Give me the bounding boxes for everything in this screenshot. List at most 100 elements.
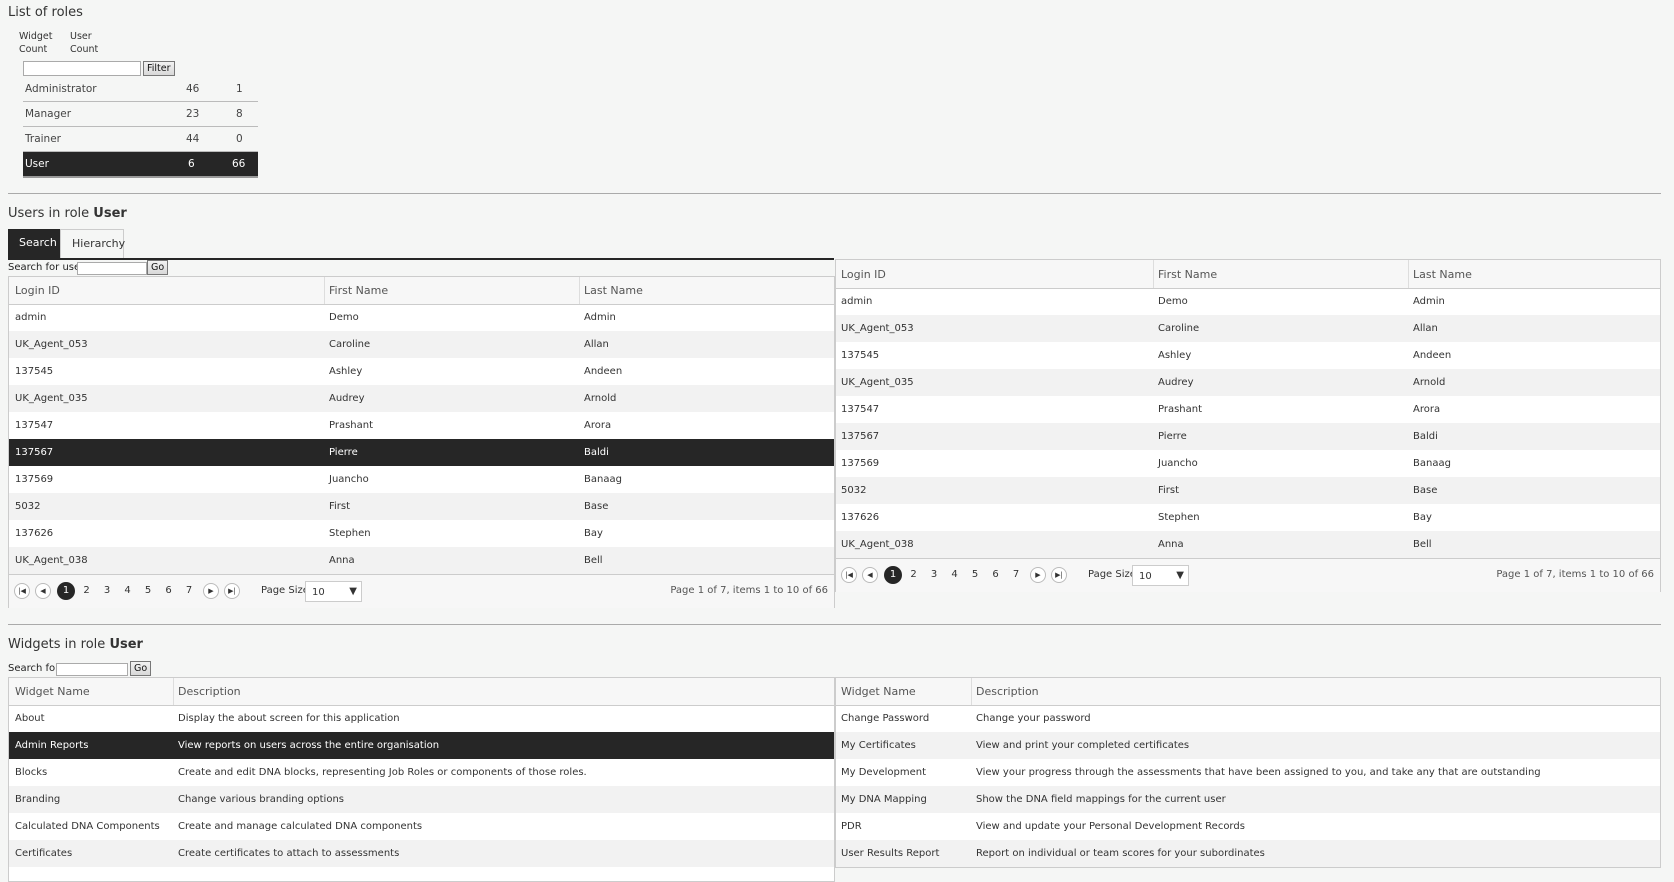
tab-search[interactable]: Search (8, 229, 60, 258)
next-page-button[interactable]: ▶ (203, 583, 219, 599)
widget-row[interactable]: My Development View your progress through… (836, 759, 1660, 786)
widget-row[interactable]: About Display the about screen for this a… (9, 705, 834, 732)
cell-first-name: Anna (1158, 539, 1184, 550)
widget-count-header[interactable]: Widget Count (19, 30, 52, 56)
widget-row[interactable]: PDR View and update your Personal Develop… (836, 813, 1660, 840)
page-number-button[interactable]: 7 (1007, 566, 1025, 584)
page-number-button[interactable]: 3 (925, 566, 943, 584)
widget-row[interactable]: My DNA Mapping Show the DNA field mapping… (836, 786, 1660, 813)
widget-row[interactable]: Certificates Create certificates to attac… (9, 840, 834, 867)
column-header-first-name[interactable]: First Name (329, 284, 388, 297)
widget-row[interactable]: Change Password Change your password (836, 705, 1660, 732)
page-number-button[interactable]: 4 (946, 566, 964, 584)
column-header-last-name[interactable]: Last Name (1413, 268, 1472, 281)
role-widget-count: 23 (186, 108, 200, 120)
last-page-button[interactable]: ▶| (1051, 567, 1067, 583)
filter-button[interactable]: Filter (143, 61, 175, 76)
cell-first-name: Audrey (329, 393, 365, 404)
column-header-last-name[interactable]: Last Name (584, 284, 643, 297)
widget-row[interactable]: Branding Change various branding options (9, 786, 834, 813)
widget-search-input[interactable] (56, 663, 128, 676)
column-header-widget-name[interactable]: Widget Name (15, 685, 90, 698)
first-page-button[interactable]: |◀ (14, 583, 30, 599)
prev-page-button[interactable]: ◀ (862, 567, 878, 583)
user-row[interactable]: 137567 Pierre Baldi (9, 439, 834, 466)
next-page-button[interactable]: ▶ (1030, 567, 1046, 583)
page-number-button[interactable]: 1 (884, 566, 902, 584)
cell-login-id: 137545 (841, 350, 880, 361)
user-row[interactable]: 137545 Ashley Andeen (836, 342, 1660, 369)
cell-last-name: Bay (1413, 512, 1432, 523)
widget-row[interactable]: Admin Reports View reports on users acros… (9, 732, 834, 759)
column-header-first-name[interactable]: First Name (1158, 268, 1217, 281)
page-number-button[interactable]: 2 (905, 566, 923, 584)
page-number-button[interactable]: 7 (180, 582, 198, 600)
user-row[interactable]: 5032 First Base (836, 477, 1660, 504)
user-row[interactable]: 137569 Juancho Banaag (836, 450, 1660, 477)
cell-last-name: Bell (1413, 539, 1432, 550)
column-header-login-id[interactable]: Login ID (15, 284, 60, 297)
column-divider (971, 678, 972, 705)
user-search-input[interactable] (77, 262, 147, 275)
widgets-grid-left: Widget Name Description About Display the a… (8, 677, 835, 882)
user-row[interactable]: UK_Agent_038 Anna Bell (9, 547, 834, 574)
tab-hierarchy[interactable]: Hierarchy (60, 229, 125, 258)
column-header-login-id[interactable]: Login ID (841, 268, 886, 281)
page-number-button[interactable]: 6 (987, 566, 1005, 584)
cell-login-id: 137626 (15, 528, 54, 539)
prev-page-button[interactable]: ◀ (35, 583, 51, 599)
user-row[interactable]: admin Demo Admin (9, 304, 834, 331)
user-row[interactable]: 5032 First Base (9, 493, 834, 520)
cell-last-name: Arnold (584, 393, 617, 404)
user-row[interactable]: 137545 Ashley Andeen (9, 358, 834, 385)
cell-widget-name: Blocks (15, 767, 48, 778)
page-number-button[interactable]: 4 (119, 582, 137, 600)
user-row[interactable]: admin Demo Admin (836, 288, 1660, 315)
user-row[interactable]: UK_Agent_038 Anna Bell (836, 531, 1660, 558)
page-number-button[interactable]: 3 (98, 582, 116, 600)
widget-row[interactable]: My Certificates View and print your compl… (836, 732, 1660, 759)
user-search-go-button[interactable]: Go (147, 260, 169, 275)
user-row[interactable]: 137567 Pierre Baldi (836, 423, 1660, 450)
page-size-select[interactable]: 10 ▼ (1132, 565, 1189, 586)
last-page-button[interactable]: ▶| (224, 583, 240, 599)
page-number-button[interactable]: 6 (160, 582, 178, 600)
column-header-description[interactable]: Description (976, 685, 1039, 698)
cell-first-name: Ashley (329, 366, 363, 377)
page-size-select[interactable]: 10 ▼ (305, 581, 362, 602)
user-row[interactable]: 137547 Prashant Arora (836, 396, 1660, 423)
role-widget-count: 44 (186, 133, 200, 145)
column-header-widget-name[interactable]: Widget Name (841, 685, 916, 698)
widget-row[interactable]: Calculated DNA Components Create and mana… (9, 813, 834, 840)
role-row[interactable]: User 6 66 (23, 152, 258, 178)
role-filter-input[interactable] (23, 61, 141, 76)
page-number-button[interactable]: 1 (57, 582, 75, 600)
cell-first-name: Prashant (1158, 404, 1203, 415)
user-row[interactable]: UK_Agent_053 Caroline Allan (9, 331, 834, 358)
page-number-button[interactable]: 2 (78, 582, 96, 600)
cell-last-name: Banaag (584, 474, 622, 485)
role-row[interactable]: Manager 23 8 (23, 102, 258, 127)
chevron-down-icon: ▼ (1176, 570, 1184, 581)
cell-login-id: 137567 (841, 431, 880, 442)
user-count-header[interactable]: User Count (70, 30, 98, 56)
user-row[interactable]: UK_Agent_053 Caroline Allan (836, 315, 1660, 342)
user-row[interactable]: UK_Agent_035 Audrey Arnold (9, 385, 834, 412)
user-row[interactable]: 137547 Prashant Arora (9, 412, 834, 439)
page-number-button[interactable]: 5 (966, 566, 984, 584)
user-row[interactable]: 137626 Stephen Bay (9, 520, 834, 547)
column-header-description[interactable]: Description (178, 685, 241, 698)
role-row[interactable]: Administrator 46 1 (23, 77, 258, 102)
user-row[interactable]: 137626 Stephen Bay (836, 504, 1660, 531)
role-name: Administrator (25, 83, 97, 95)
widget-search-go-button[interactable]: Go (130, 661, 152, 676)
widget-row[interactable]: Blocks Create and edit DNA blocks, repres… (9, 759, 834, 786)
widget-row[interactable]: User Results Report Report on individual … (836, 840, 1660, 867)
cell-first-name: Caroline (1158, 323, 1200, 334)
cell-widget-name: Change Password (841, 713, 930, 724)
role-row[interactable]: Trainer 44 0 (23, 127, 258, 152)
first-page-button[interactable]: |◀ (841, 567, 857, 583)
user-row[interactable]: UK_Agent_035 Audrey Arnold (836, 369, 1660, 396)
page-number-button[interactable]: 5 (139, 582, 157, 600)
user-row[interactable]: 137569 Juancho Banaag (9, 466, 834, 493)
